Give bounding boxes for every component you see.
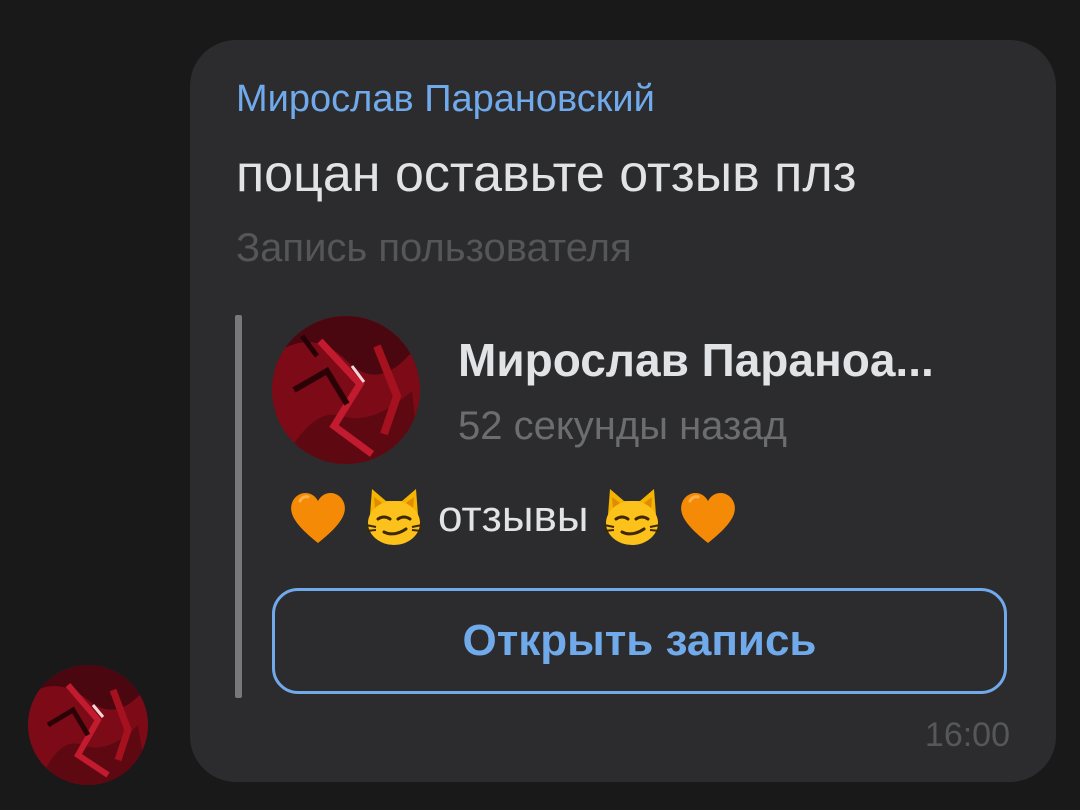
repost-caption: Запись пользователя xyxy=(236,226,632,270)
repost-author-name[interactable]: Мирослав Параноа... xyxy=(458,333,998,387)
message-time: 16:00 xyxy=(924,716,1010,754)
chat-screen: Мирослав Парановский поцан оставьте отзы… xyxy=(0,0,1080,810)
open-post-button[interactable]: Открыть запись xyxy=(272,588,1007,694)
smirking-cat-icon xyxy=(365,489,423,545)
repost-quote-bar xyxy=(235,315,242,698)
avatar-image xyxy=(272,316,420,464)
orange-heart-icon xyxy=(291,492,345,543)
sender-avatar[interactable] xyxy=(28,665,148,785)
repost-body: отзывы xyxy=(286,482,740,552)
repost-timestamp: 52 секунды назад xyxy=(458,404,787,448)
message-bubble[interactable]: Мирослав Парановский поцан оставьте отзы… xyxy=(190,40,1056,782)
repost-author-avatar[interactable] xyxy=(272,316,420,464)
message-text: поцан оставьте отзыв плз xyxy=(236,145,857,203)
repost-body-text: отзывы xyxy=(438,492,589,541)
sender-name[interactable]: Мирослав Парановский xyxy=(236,78,655,121)
smirking-cat-icon xyxy=(604,489,661,545)
orange-heart-icon xyxy=(681,492,736,543)
avatar-image xyxy=(28,665,148,785)
